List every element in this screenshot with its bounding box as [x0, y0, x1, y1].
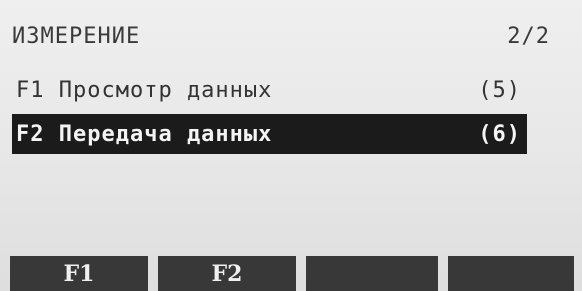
softkey-f2[interactable]: F2 [158, 256, 296, 291]
menu-item-count: (6) [478, 121, 521, 147]
title-row: ИЗМЕРЕНИЕ 2/2 [12, 18, 552, 54]
menu-item-view-data[interactable]: F1 Просмотр данных (5) [12, 70, 527, 110]
softkey-f4[interactable] [448, 256, 574, 291]
softkey-f3[interactable] [306, 256, 438, 291]
menu-item-transfer-data[interactable]: F2 Передача данных (6) [12, 114, 527, 154]
screen-title: ИЗМЕРЕНИЕ [12, 23, 141, 49]
menu-item-count: (5) [478, 77, 521, 103]
page-indicator: 2/2 [507, 23, 550, 49]
instrument-screen: ИЗМЕРЕНИЕ 2/2 F1 Просмотр данных (5) F2 … [0, 0, 582, 291]
menu-item-label: F2 Передача данных [16, 121, 273, 147]
softkey-bar: F1 F2 [0, 256, 582, 291]
menu-item-label: F1 Просмотр данных [16, 77, 273, 103]
softkey-f1[interactable]: F1 [10, 256, 148, 291]
